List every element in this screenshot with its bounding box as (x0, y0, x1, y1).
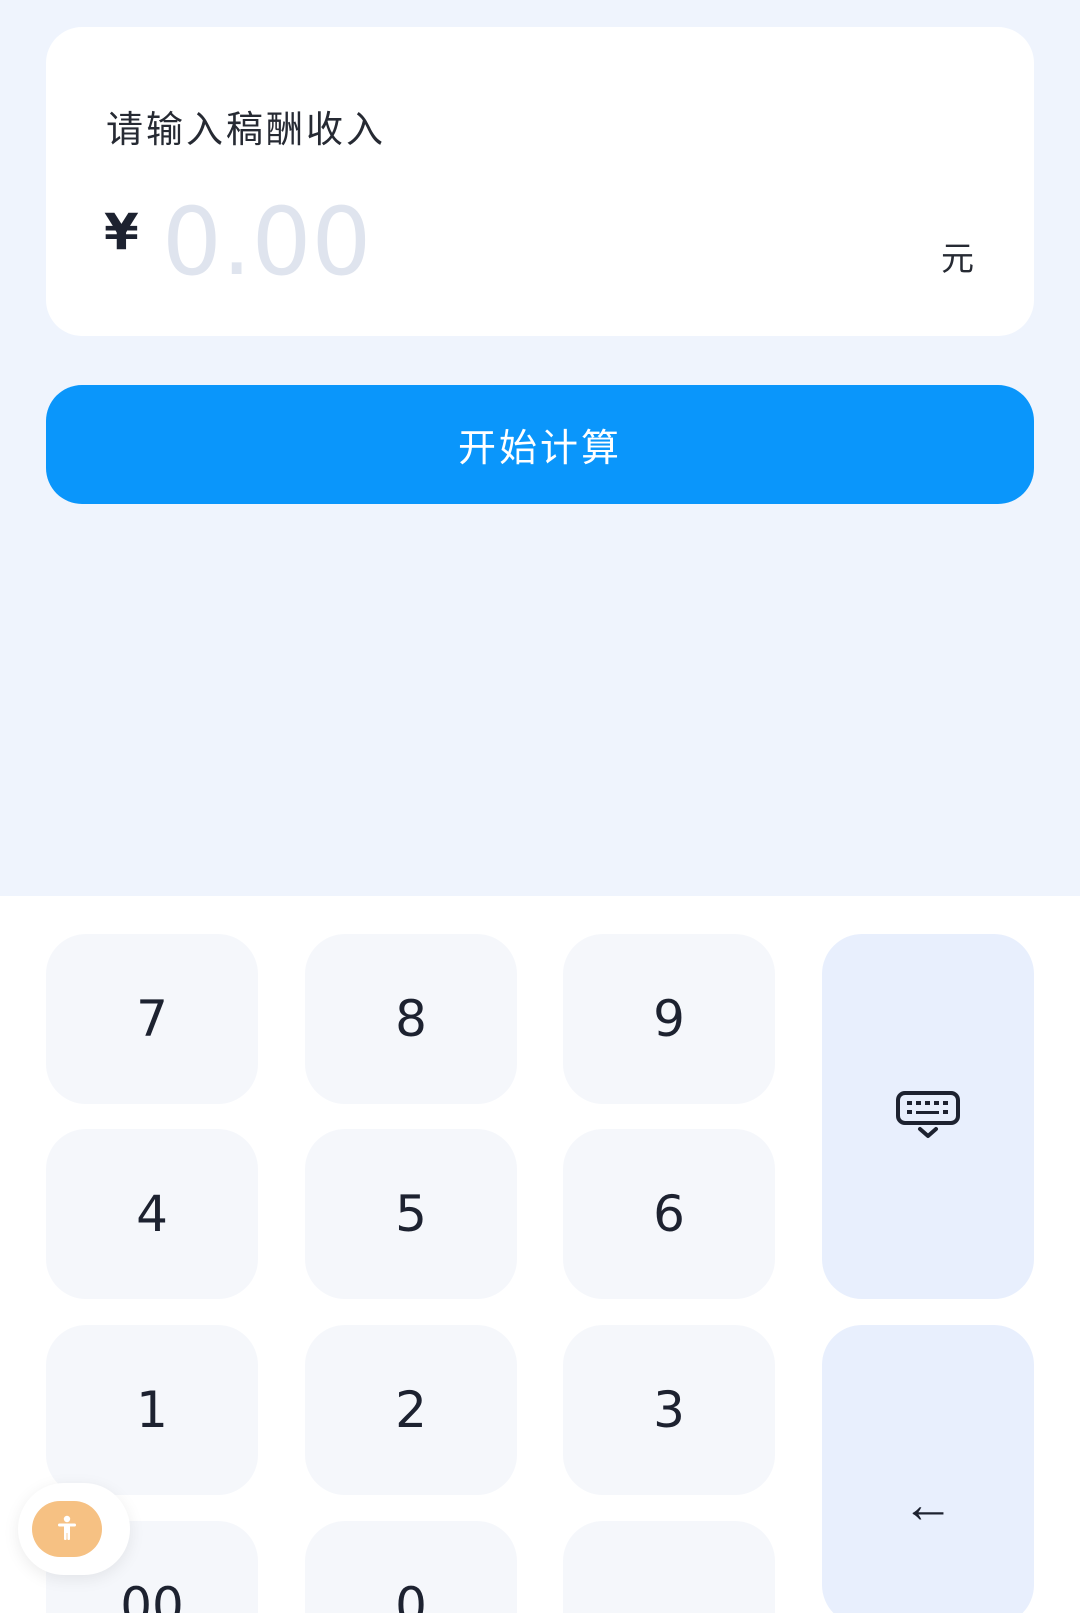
backspace-arrow-icon: ← (902, 1476, 954, 1534)
key-9[interactable]: 9 (563, 934, 775, 1104)
page: 请输入稿酬收入 ¥ 元 开始计算 7 8 9 4 5 6 1 2 3 00 0 … (0, 0, 1080, 1613)
accessibility-icon (56, 1515, 78, 1544)
amount-input[interactable] (162, 187, 862, 297)
numeric-keypad: 7 8 9 4 5 6 1 2 3 00 0 . ← (0, 896, 1080, 1613)
hide-keyboard-button[interactable] (822, 934, 1034, 1299)
calculate-button[interactable]: 开始计算 (46, 385, 1034, 504)
key-1[interactable]: 1 (46, 1325, 258, 1495)
key-2[interactable]: 2 (305, 1325, 517, 1495)
currency-symbol: ¥ (104, 203, 139, 261)
backspace-button[interactable]: ← (822, 1325, 1034, 1613)
key-4[interactable]: 4 (46, 1129, 258, 1299)
key-8[interactable]: 8 (305, 934, 517, 1104)
key-6[interactable]: 6 (563, 1129, 775, 1299)
income-card: 请输入稿酬收入 ¥ 元 (46, 27, 1034, 336)
keyboard-hide-icon (895, 1090, 961, 1143)
unit-label: 元 (941, 239, 974, 278)
accessibility-button[interactable] (32, 1501, 102, 1557)
key-0[interactable]: 0 (305, 1521, 517, 1613)
key-5[interactable]: 5 (305, 1129, 517, 1299)
key-3[interactable]: 3 (563, 1325, 775, 1495)
key-decimal[interactable]: . (563, 1521, 775, 1613)
key-7[interactable]: 7 (46, 934, 258, 1104)
income-label: 请输入稿酬收入 (106, 108, 386, 151)
